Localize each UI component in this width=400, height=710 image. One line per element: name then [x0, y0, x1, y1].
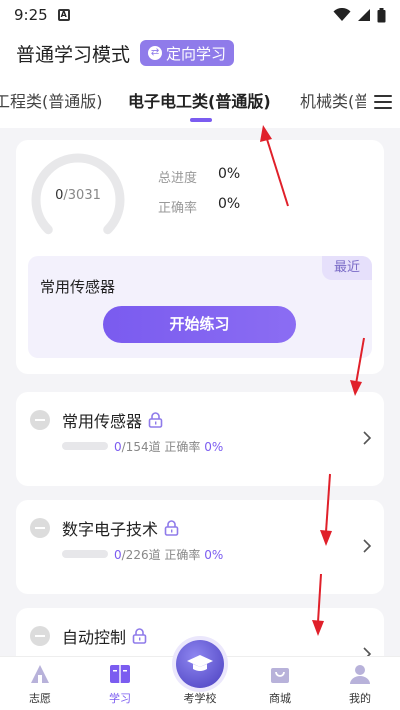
menu-button[interactable]	[366, 76, 400, 128]
chevron-right-icon	[363, 431, 372, 445]
chapter-stats: 0/154道 正确率 0%	[114, 438, 223, 455]
nav-item-shop[interactable]: 商城	[250, 663, 310, 706]
notification-icon: A	[57, 9, 70, 21]
nav-label: 学习	[109, 692, 131, 705]
page-title: 普通学习模式	[16, 43, 131, 66]
chapter-progress-bar	[62, 442, 108, 450]
chapter-title: 常用传感器	[62, 408, 163, 432]
chapter-done: 0	[114, 548, 122, 562]
total-progress-value: 0%	[218, 166, 241, 182]
nav-item-volunteer[interactable]: 志愿	[10, 663, 70, 706]
start-practice-button[interactable]: 开始练习	[103, 306, 296, 343]
wifi-icon	[333, 8, 351, 21]
nav-item-exam-school[interactable]	[176, 640, 224, 688]
chapter-accuracy: 0%	[204, 440, 224, 454]
total-progress-label: 总进度	[158, 171, 198, 186]
app-header: 普通学习模式 ⇄ 定向学习	[0, 30, 400, 76]
recent-practice-panel: 最近 常用传感器 开始练习	[28, 256, 372, 358]
nav-label: 我的	[349, 692, 371, 705]
chapter-title: 数字电子技术	[62, 516, 179, 540]
collapse-icon[interactable]	[30, 410, 50, 430]
recent-chapter-name: 常用传感器	[40, 278, 116, 296]
chapter-title-text: 自动控制	[62, 628, 127, 647]
tab-electronics[interactable]: 电子电工类(普通版)	[128, 88, 271, 112]
lock-icon	[132, 628, 147, 644]
nav-label: 商城	[269, 692, 291, 705]
chapter-card[interactable]: 常用传感器 0/154道 正确率 0%	[16, 392, 384, 486]
category-tabs: 工程类(普通版) 电子电工类(普通版) 机械类(普	[0, 76, 400, 128]
chapter-done: 0	[114, 440, 122, 454]
tab-mechanical[interactable]: 机械类(普	[300, 88, 370, 112]
hamburger-icon	[374, 95, 392, 109]
chapter-card[interactable]: 数字电子技术 0/226道 正确率 0%	[16, 500, 384, 594]
volunteer-icon	[31, 665, 49, 683]
status-bar: 9:25 A	[0, 0, 400, 30]
progress-summary-card: 0/3031 总进度 0% 正确率 0% 最近 常用传感器 开始练习	[16, 140, 384, 374]
status-icons	[333, 7, 386, 23]
directed-study-button[interactable]: ⇄ 定向学习	[140, 40, 235, 66]
collapse-icon[interactable]	[30, 626, 50, 646]
chapter-total: /154道 正确率	[121, 440, 205, 454]
chapter-stats: 0/226道 正确率 0%	[114, 546, 223, 563]
nav-label: 考学校	[183, 692, 217, 705]
nav-label: 志愿	[29, 692, 51, 705]
cell-signal-icon	[358, 9, 370, 21]
nav-item-profile[interactable]: 我的	[330, 663, 390, 706]
profile-icon	[350, 665, 370, 684]
chapter-title-text: 常用传感器	[62, 412, 143, 431]
shop-icon	[271, 668, 289, 683]
book-icon	[110, 665, 130, 683]
chapter-progress-bar	[62, 550, 108, 558]
progress-count: 0/3031	[28, 188, 128, 203]
recent-badge: 最近	[321, 256, 372, 280]
directed-study-label: 定向学习	[166, 44, 227, 63]
accuracy-label: 正确率	[158, 201, 198, 216]
chapter-title-text: 数字电子技术	[62, 520, 159, 539]
status-time: 9:25	[14, 6, 48, 24]
graduation-cap-icon	[187, 655, 213, 671]
chapter-accuracy: 0%	[204, 548, 224, 562]
lock-icon	[164, 520, 179, 536]
battery-icon	[377, 7, 386, 22]
active-tab-indicator	[190, 118, 212, 122]
chevron-right-icon	[363, 539, 372, 553]
tab-engineering[interactable]: 工程类(普通版)	[0, 88, 103, 112]
lock-icon	[148, 412, 163, 428]
collapse-icon[interactable]	[30, 518, 50, 538]
progress-total: /3031	[63, 188, 101, 203]
swap-icon: ⇄	[148, 46, 163, 60]
chapter-title: 自动控制	[62, 624, 147, 648]
accuracy-value: 0%	[218, 196, 241, 212]
nav-item-study[interactable]: 学习	[90, 663, 150, 706]
chapter-total: /226道 正确率	[121, 548, 205, 562]
